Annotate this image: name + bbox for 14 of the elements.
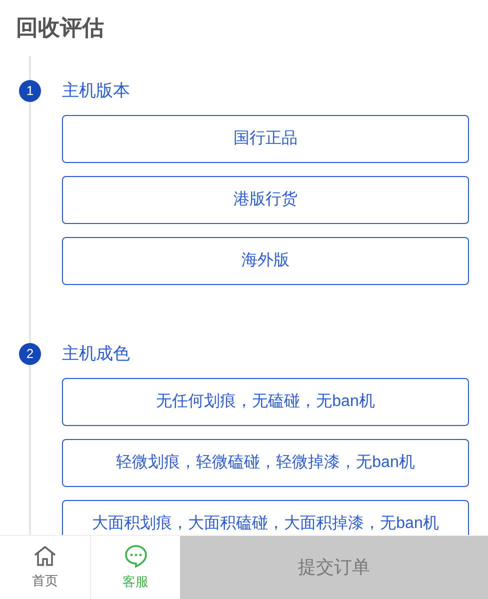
option-button[interactable]: 大面积划痕，大面积磕碰，大面积掉漆，无ban机 (62, 500, 469, 535)
chat-bubble-icon (124, 544, 148, 568)
step-title: 主机成色 (62, 343, 130, 366)
home-icon (33, 544, 57, 567)
option-button[interactable]: 国行正品 (62, 115, 469, 163)
step-title: 主机版本 (62, 80, 130, 102)
option-button[interactable]: 无任何划痕，无磕碰，无ban机 (62, 378, 469, 426)
step-number: 1 (19, 80, 41, 102)
step-number: 2 (19, 343, 41, 365)
nav-tab[interactable]: 首页 (0, 536, 90, 599)
option-button[interactable]: 轻微划痕，轻微磕碰，轻微掉漆，无ban机 (62, 439, 469, 487)
page-title: 回收评估 (16, 14, 105, 42)
option-button[interactable]: 海外版 (62, 237, 469, 285)
option-button[interactable]: 港版行货 (62, 176, 469, 224)
